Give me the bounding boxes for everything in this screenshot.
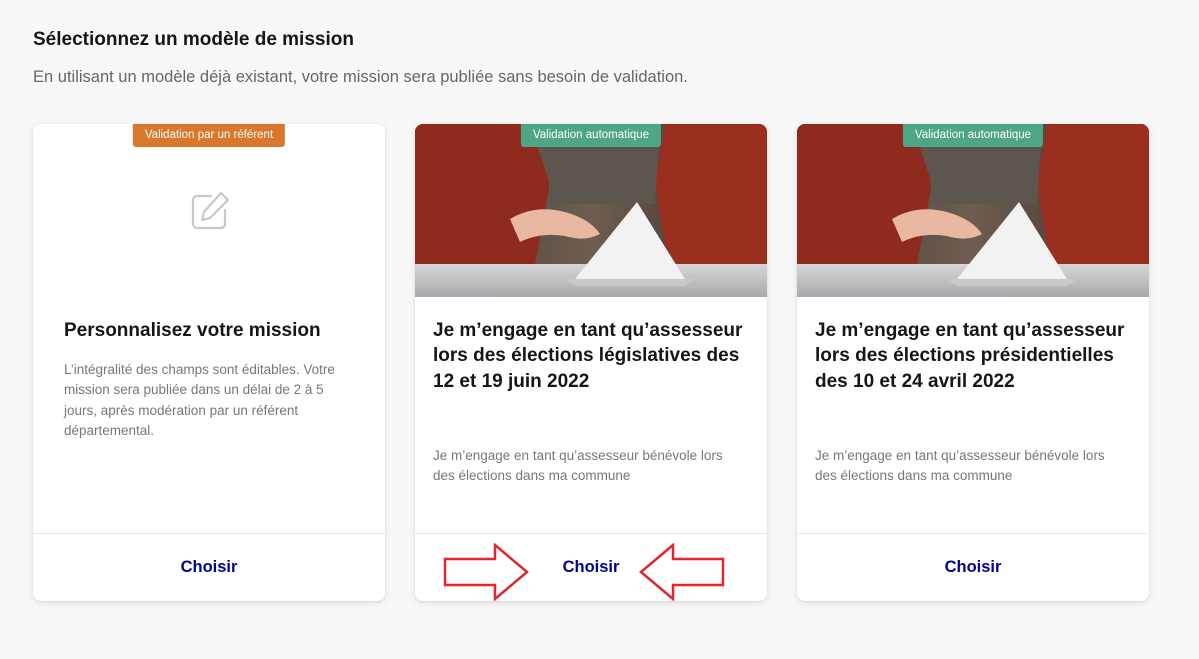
edit-icon — [183, 186, 235, 238]
page-subtitle: En utilisant un modèle déjà existant, vo… — [33, 68, 688, 86]
ballot-box-photo — [797, 124, 1149, 297]
card-description: L’intégralité des champs sont éditables.… — [64, 362, 335, 438]
validation-badge: Validation automatique — [520, 124, 662, 147]
card-description: Je m’engage en tant qu’assesseur bénévol… — [433, 448, 723, 484]
validation-badge: Validation par un référent — [132, 124, 286, 147]
card-title: Je m’engage en tant qu’assesseur lors de… — [433, 320, 743, 392]
validation-badge: Validation automatique — [902, 124, 1044, 147]
card-description: Je m’engage en tant qu’assesseur bénévol… — [815, 448, 1105, 484]
card-title: Je m’engage en tant qu’assesseur lors de… — [815, 320, 1125, 392]
right-arrow-icon — [443, 543, 529, 601]
page-title: Sélectionnez un modèle de mission — [33, 29, 354, 50]
template-card-legislatives[interactable]: Validation automatique Je m’engage en ta… — [415, 124, 767, 601]
choose-button[interactable]: Choisir — [33, 534, 385, 601]
choose-button[interactable]: Choisir — [797, 534, 1149, 601]
template-card-custom[interactable]: Validation par un référent Personnalisez… — [33, 124, 385, 601]
left-arrow-icon — [639, 543, 725, 601]
ballot-box-photo — [415, 124, 767, 297]
card-title: Personnalisez votre mission — [64, 320, 321, 341]
template-card-presidentielles[interactable]: Validation automatique Je m’engage en ta… — [797, 124, 1149, 601]
mission-template-panel: Sélectionnez un modèle de mission En uti… — [0, 0, 1199, 659]
